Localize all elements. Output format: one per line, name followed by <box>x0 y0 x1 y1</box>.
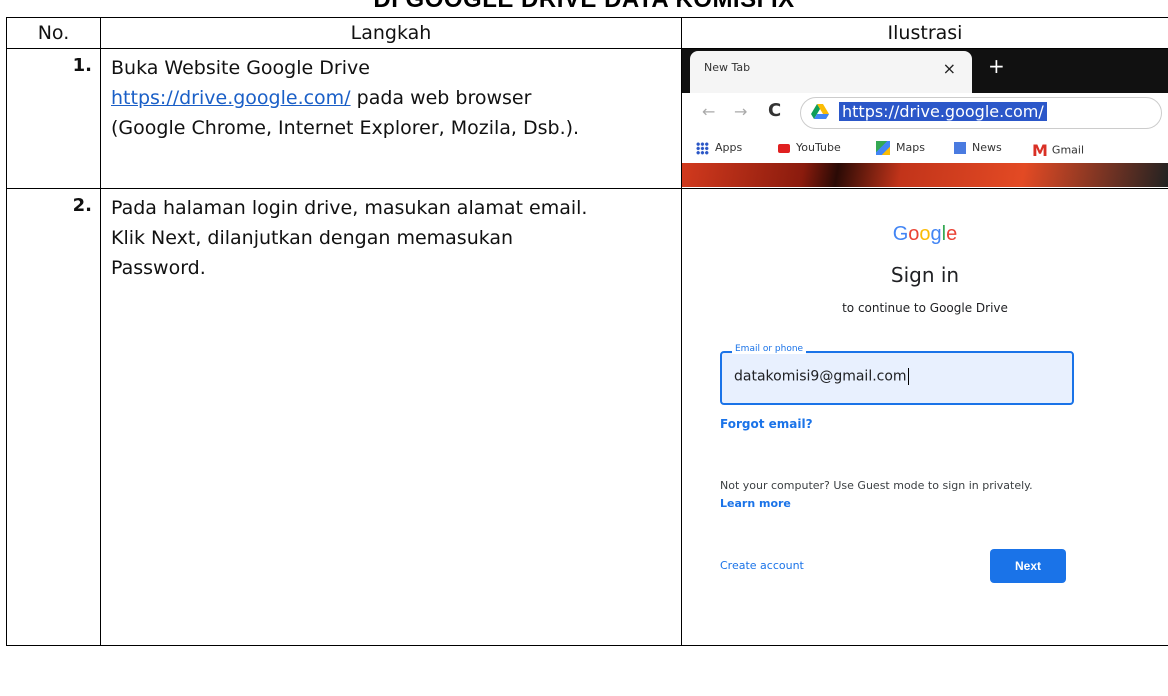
signin-screenshot: Google Sign in to continue to Google Dri… <box>682 189 1168 645</box>
news-icon <box>954 142 966 154</box>
bookmark-news[interactable]: News <box>954 141 1002 154</box>
bookmarks-bar: Apps YouTube Maps News M Gmail <box>682 133 1168 163</box>
table-row: 1. Buka Website Google Drive https://dri… <box>6 48 1168 189</box>
browser-tab[interactable]: New Tab × <box>690 51 972 93</box>
step-description: Buka Website Google Drive https://drive.… <box>100 48 682 189</box>
close-icon[interactable]: × <box>943 59 956 78</box>
new-tab-icon[interactable]: + <box>988 54 1005 78</box>
illustration-cell: Google Sign in to continue to Google Dri… <box>681 188 1168 646</box>
header-row: No. Langkah Ilustrasi <box>6 17 1168 49</box>
guest-mode-text: Not your computer? Use Guest mode to sig… <box>720 479 1033 492</box>
illustration-cell: New Tab × + ← → C https://drive.google.c… <box>681 48 1168 189</box>
email-field-label: Email or phone <box>732 344 807 354</box>
learn-more-link[interactable]: Learn more <box>720 497 791 510</box>
step-line: Klik Next, dilanjutkan dengan memasukan <box>111 227 514 249</box>
page-banner <box>682 163 1168 187</box>
step-text: pada web browser <box>350 87 532 109</box>
bookmark-gmail[interactable]: M Gmail <box>1032 141 1084 160</box>
apps-icon <box>696 141 709 155</box>
bookmark-apps[interactable]: Apps <box>696 141 742 155</box>
signin-subtitle: to continue to Google Drive <box>842 301 1008 315</box>
step-number: 2. <box>6 188 101 646</box>
step-line-with-link: https://drive.google.com/ pada web brows… <box>111 83 671 113</box>
step-description: Pada halaman login drive, masukan alamat… <box>100 188 682 646</box>
back-icon[interactable]: ← <box>702 102 715 121</box>
email-field[interactable]: Email or phone datakomisi9@gmail.com <box>720 344 1074 405</box>
google-drive-icon <box>811 104 829 119</box>
address-bar[interactable]: https://drive.google.com/ <box>800 97 1162 129</box>
browser-toolbar: ← → C https://drive.google.com/ <box>682 93 1168 133</box>
document-title: DI GOOGLE DRIVE DATA KOMISI IX <box>0 0 1168 14</box>
step-line: Buka Website Google Drive <box>111 57 370 79</box>
tab-bar: New Tab × + <box>682 49 1168 93</box>
forward-icon[interactable]: → <box>734 102 747 121</box>
youtube-icon <box>778 143 790 153</box>
next-button[interactable]: Next <box>990 549 1066 583</box>
browser-screenshot: New Tab × + ← → C https://drive.google.c… <box>682 49 1168 187</box>
email-value[interactable]: datakomisi9@gmail.com <box>734 368 909 385</box>
google-logo: Google <box>892 223 958 245</box>
steps-table: No. Langkah Ilustrasi 1. Buka Website Go… <box>6 17 1168 646</box>
text-cursor <box>907 368 909 385</box>
forgot-email-link[interactable]: Forgot email? <box>720 417 813 431</box>
tab-title: New Tab <box>704 61 751 74</box>
header-no: No. <box>6 17 101 49</box>
header-illustration: Ilustrasi <box>681 17 1168 49</box>
gmail-icon: M <box>1032 141 1048 160</box>
bookmark-maps[interactable]: Maps <box>876 141 925 155</box>
step-line: Password. <box>111 257 206 279</box>
table-row: 2. Pada halaman login drive, masukan ala… <box>6 188 1168 646</box>
reload-icon[interactable]: C <box>768 100 781 121</box>
create-account-link[interactable]: Create account <box>720 559 804 572</box>
maps-icon <box>876 141 890 155</box>
step-line: Pada halaman login drive, masukan alamat… <box>111 197 588 219</box>
bookmark-youtube[interactable]: YouTube <box>778 141 841 154</box>
url-text[interactable]: https://drive.google.com/ <box>839 102 1047 121</box>
step-line: (Google Chrome, Internet Explorer, Mozil… <box>111 117 580 139</box>
header-step: Langkah <box>100 17 682 49</box>
step-number: 1. <box>6 48 101 189</box>
signin-title: Sign in <box>890 263 960 287</box>
drive-link[interactable]: https://drive.google.com/ <box>111 87 351 109</box>
